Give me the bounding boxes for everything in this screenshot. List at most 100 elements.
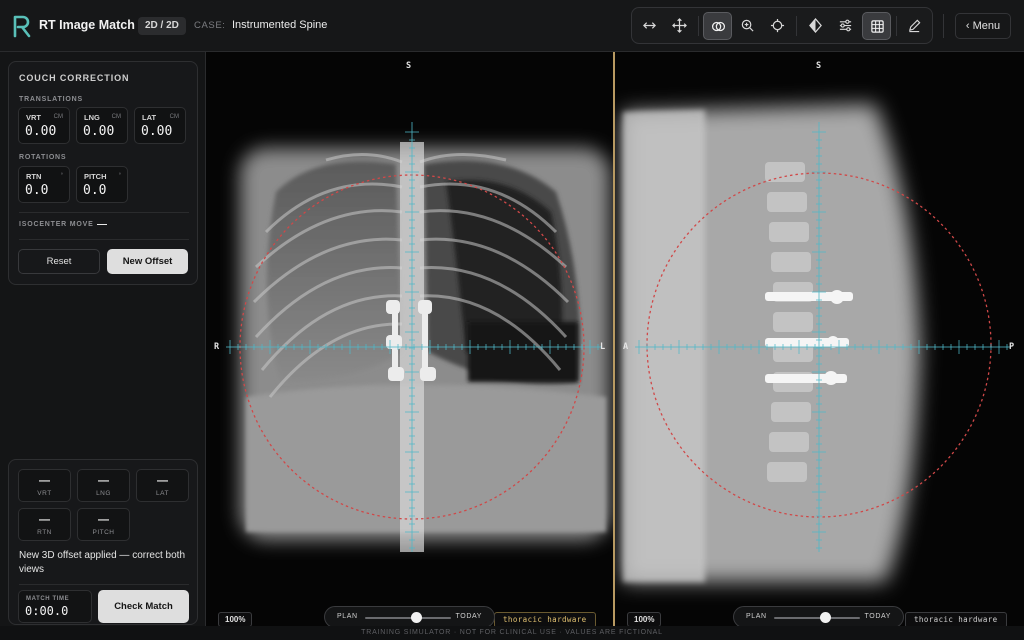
panel-title: COUCH CORRECTION: [19, 73, 130, 83]
move-button[interactable]: [665, 12, 694, 40]
lat-field[interactable]: LAT CM 0.00: [134, 107, 186, 144]
header-divider: [943, 14, 944, 38]
disclaimer-footer: TRAINING SIMULATOR · NOT FOR CLINICAL US…: [0, 626, 1024, 640]
result-label: LAT: [156, 490, 169, 497]
blend-slider[interactable]: PLAN TODAY: [324, 606, 495, 626]
rotations-label: ROTATIONS: [19, 154, 67, 161]
field-value: 0.00: [25, 124, 57, 139]
field-value: 0.0: [83, 183, 107, 198]
result-value: —: [157, 475, 168, 487]
result-lat: — LAT: [136, 469, 189, 502]
mode-badge[interactable]: 2D / 2D: [138, 17, 186, 35]
field-value: 0.00: [141, 124, 173, 139]
zoom-level[interactable]: 100%: [218, 612, 253, 626]
zoom-level[interactable]: 100%: [627, 612, 662, 626]
image-description-tag: thoracic hardware: [494, 612, 596, 626]
new-offset-button[interactable]: New Offset: [107, 249, 188, 274]
result-panel: — VRT — LNG — LAT — RTN — PITCH New 3D o…: [8, 459, 198, 625]
result-label: LNG: [96, 490, 111, 497]
case-name: Instrumented Spine: [232, 19, 328, 31]
panel-divider: [19, 584, 189, 585]
image-toolbar: [631, 7, 933, 44]
orientation-superior: S: [406, 61, 412, 71]
field-label: LAT: [142, 113, 157, 122]
translations-label: TRANSLATIONS: [19, 96, 83, 103]
ap-image-viewer[interactable]: S R L 100% thoracic hardware PLAN TODAY: [206, 52, 615, 626]
menu-button[interactable]: ‹ Menu: [955, 13, 1011, 39]
sliders-button[interactable]: [831, 12, 860, 40]
field-label: RTN: [26, 172, 42, 181]
field-value: 0.0: [25, 183, 49, 198]
result-value: —: [39, 514, 50, 526]
lng-field[interactable]: LNG CM 0.00: [76, 107, 128, 144]
overlay-icon: [711, 21, 726, 32]
lateral-xray-image: [623, 104, 1011, 582]
rtn-field[interactable]: RTN ° 0.0: [18, 166, 70, 203]
result-value: —: [98, 475, 109, 487]
result-label: VRT: [37, 490, 52, 497]
blend-thumb[interactable]: [411, 612, 423, 623]
app-logo-icon: [13, 15, 31, 38]
crosshair-icon: [770, 18, 785, 33]
result-pitch: — PITCH: [77, 508, 130, 541]
timer-label: MATCH TIME: [26, 596, 70, 602]
pitch-field[interactable]: PITCH ° 0.0: [76, 166, 128, 203]
orientation-anterior: A: [623, 342, 629, 352]
blend-thumb[interactable]: [820, 612, 832, 623]
result-vrt: — VRT: [18, 469, 71, 502]
sliders-icon: [839, 19, 852, 32]
field-unit: °: [60, 173, 63, 179]
reset-button[interactable]: Reset: [18, 249, 100, 274]
orientation-posterior: P: [1009, 342, 1015, 352]
blend-today-label: TODAY: [864, 613, 891, 620]
blend-plan-label: PLAN: [337, 613, 358, 620]
image-description-tag: thoracic hardware: [905, 612, 1007, 626]
field-label: LNG: [84, 113, 100, 122]
pencil-icon: [908, 19, 921, 33]
field-unit: CM: [169, 114, 179, 120]
crosshair-button[interactable]: [763, 12, 792, 40]
grid-button[interactable]: [862, 12, 891, 40]
result-rtn: — RTN: [18, 508, 71, 541]
field-unit: °: [118, 173, 121, 179]
ap-xray-image: [226, 122, 610, 552]
top-bar: RT Image Match 2D / 2D CASE: Instrumente…: [0, 0, 1024, 52]
result-lng: — LNG: [77, 469, 130, 502]
field-label: PITCH: [84, 172, 107, 181]
blend-slider[interactable]: PLAN TODAY: [733, 606, 904, 626]
timer-value: 0:00.0: [25, 604, 69, 618]
orientation-right: R: [214, 342, 220, 352]
check-match-button[interactable]: Check Match: [98, 590, 189, 623]
status-message: New 3D offset applied — correct both vie…: [19, 550, 186, 575]
horizontal-arrow-button[interactable]: [635, 12, 664, 40]
couch-correction-panel: COUCH CORRECTION TRANSLATIONS VRT CM 0.0…: [8, 61, 198, 285]
blend-plan-label: PLAN: [746, 613, 767, 620]
match-timer: MATCH TIME 0:00.0: [18, 590, 92, 623]
case-label: CASE:: [194, 20, 226, 31]
draw-button[interactable]: [900, 12, 929, 40]
toolbar-divider: [698, 16, 699, 36]
horizontal-arrow-icon: [643, 22, 656, 29]
contrast-button[interactable]: [801, 12, 830, 40]
orientation-left: L: [600, 342, 606, 352]
move-icon: [672, 18, 687, 33]
blend-track[interactable]: [365, 617, 451, 619]
result-label: PITCH: [92, 529, 115, 536]
zoom-button[interactable]: [733, 12, 762, 40]
result-label: RTN: [37, 529, 52, 536]
toolbar-divider: [896, 16, 897, 36]
zoom-icon: [741, 19, 754, 32]
sidebar: COUCH CORRECTION TRANSLATIONS VRT CM 0.0…: [0, 52, 206, 626]
overlay-button[interactable]: [703, 12, 732, 40]
contrast-icon: [809, 18, 822, 33]
field-label: VRT: [26, 113, 41, 122]
blend-today-label: TODAY: [455, 613, 482, 620]
vrt-field[interactable]: VRT CM 0.00: [18, 107, 70, 144]
result-value: —: [39, 475, 50, 487]
app-title: RT Image Match: [39, 18, 135, 32]
lateral-image-viewer[interactable]: S A P 100% thoracic hardware PLAN TODAY: [615, 52, 1024, 626]
blend-track[interactable]: [774, 617, 860, 619]
isocenter-move-label: ISOCENTER MOVE: [19, 221, 94, 228]
toolbar-divider: [796, 16, 797, 36]
isocenter-move-value: —: [97, 219, 107, 230]
